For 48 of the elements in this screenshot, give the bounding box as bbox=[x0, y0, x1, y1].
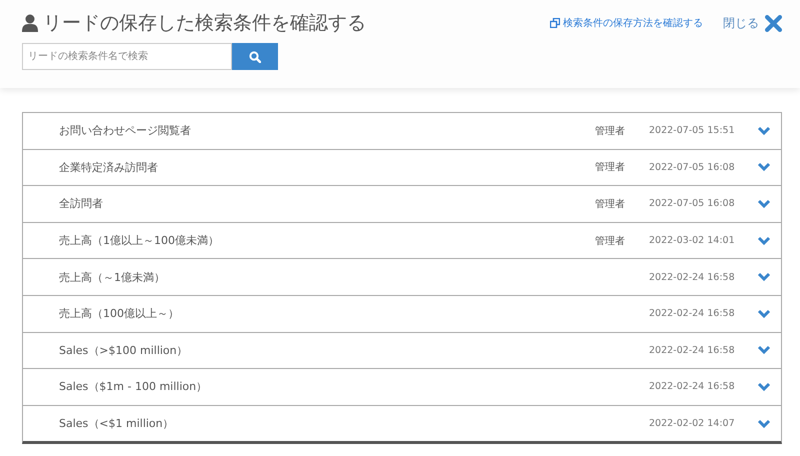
saved-search-row[interactable]: お問い合わせページ閲覧者 管理者 2022-07-05 15:51 bbox=[23, 113, 781, 149]
help-link[interactable]: 検索条件の保存方法を確認する bbox=[550, 16, 703, 30]
chevron-icon[interactable] bbox=[757, 198, 771, 209]
search-name: 企業特定済み訪問者 bbox=[59, 160, 159, 175]
search-name: Sales（>$100 million） bbox=[59, 342, 189, 358]
owner-label: 管理者 bbox=[595, 198, 625, 211]
saved-search-row[interactable]: Sales（>$100 million） 2022-02-24 16:58 bbox=[23, 332, 781, 368]
chevron-icon[interactable] bbox=[757, 345, 771, 356]
search-name: 売上高（～1億未満） bbox=[59, 270, 166, 285]
search-name: 全訪問者 bbox=[59, 196, 104, 212]
person-icon bbox=[22, 14, 38, 32]
saved-search-row[interactable]: Sales（$1m - 100 million） 2022-02-24 16:58 bbox=[23, 368, 781, 405]
saved-date: 2022-03-02 14:01 bbox=[649, 235, 736, 246]
saved-date: 2022-02-24 16:58 bbox=[649, 272, 736, 283]
chevron-icon[interactable] bbox=[757, 236, 771, 246]
saved-date: 2022-07-05 16:08 bbox=[649, 198, 736, 210]
saved-date: 2022-07-05 16:08 bbox=[649, 162, 736, 173]
chevron-icon[interactable] bbox=[757, 418, 771, 429]
external-window-icon bbox=[550, 18, 560, 28]
search-icon bbox=[249, 50, 261, 62]
saved-search-row[interactable]: 全訪問者 管理者 2022-07-05 16:08 bbox=[23, 185, 781, 222]
saved-date: 2022-02-24 16:58 bbox=[649, 308, 736, 320]
chevron-icon[interactable] bbox=[757, 126, 771, 136]
chevron-icon[interactable] bbox=[757, 162, 771, 172]
saved-search-row[interactable]: Sales（<$1 million） 2022-02-02 14:07 bbox=[23, 404, 781, 442]
page-title: リードの保存した検索条件を確認する bbox=[43, 11, 366, 36]
saved-date: 2022-02-24 16:58 bbox=[649, 381, 736, 392]
search-name: お問い合わせページ閲覧者 bbox=[59, 123, 192, 138]
search-name: 売上高（100億以上～） bbox=[59, 306, 180, 322]
search-name: Sales（<$1 million） bbox=[59, 416, 175, 432]
owner-label: 管理者 bbox=[595, 124, 625, 138]
saved-date: 2022-07-05 15:51 bbox=[649, 125, 736, 136]
close-icon bbox=[765, 14, 782, 32]
search-name: 売上高（1億以上～100億未満） bbox=[59, 233, 220, 248]
saved-date: 2022-02-24 16:58 bbox=[649, 344, 736, 356]
search-button[interactable] bbox=[232, 43, 278, 70]
owner-label: 管理者 bbox=[595, 160, 625, 174]
search-field[interactable]: リードの検索条件名で検索 bbox=[22, 43, 232, 70]
saved-search-row[interactable]: 売上高（100億以上～） 2022-02-24 16:58 bbox=[23, 294, 781, 332]
chevron-icon[interactable] bbox=[757, 272, 771, 282]
chevron-icon[interactable] bbox=[757, 382, 771, 392]
saved-search-row[interactable]: 売上高（1億以上～100億未満） 管理者 2022-03-02 14:01 bbox=[23, 222, 781, 258]
owner-label: 管理者 bbox=[595, 234, 625, 248]
saved-date: 2022-02-02 14:07 bbox=[649, 418, 736, 430]
chevron-icon[interactable] bbox=[757, 308, 771, 319]
saved-search-row[interactable]: 売上高（～1億未満） 2022-02-24 16:58 bbox=[23, 258, 781, 295]
search-name: Sales（$1m - 100 million） bbox=[59, 379, 208, 394]
saved-search-row[interactable]: 企業特定済み訪問者 管理者 2022-07-05 16:08 bbox=[23, 148, 781, 186]
